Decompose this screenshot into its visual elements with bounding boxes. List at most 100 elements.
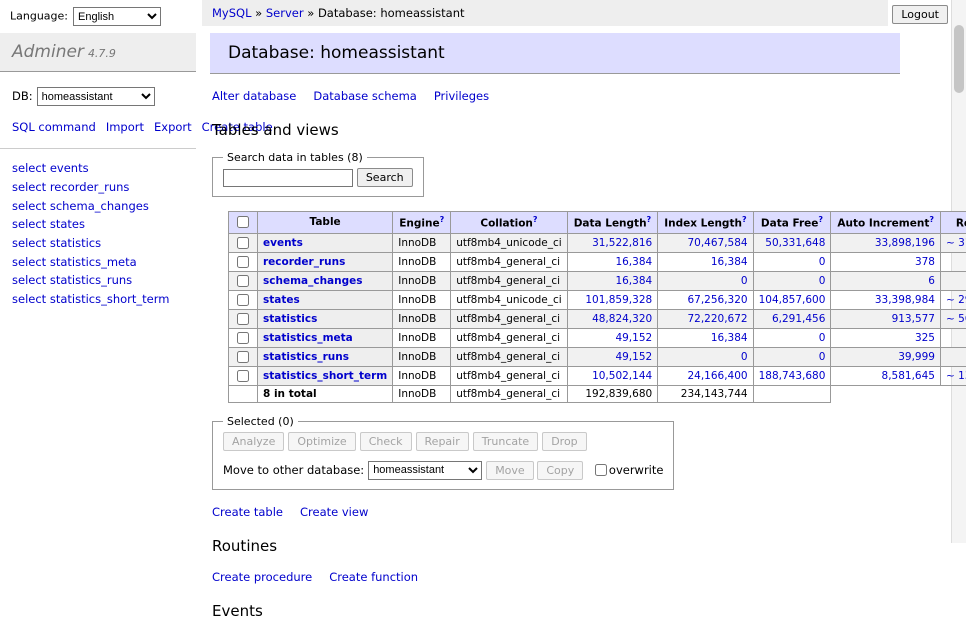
drop-button[interactable] [542, 432, 586, 451]
cell-data-length-link[interactable]: 49,152 [615, 351, 652, 363]
cell-data-free-link[interactable]: 0 [819, 256, 826, 268]
table-link-statistics-short-term[interactable]: statistics_short_term [50, 292, 170, 306]
column-help-link[interactable]: ? [818, 215, 823, 224]
optimize-button[interactable] [288, 432, 355, 451]
language-select[interactable]: English [73, 7, 161, 26]
select-link-statistics-meta[interactable]: select [12, 255, 46, 269]
column-help-link[interactable]: ? [647, 215, 652, 224]
column-help-link[interactable]: ? [929, 215, 934, 224]
cell-data-length-link[interactable]: 16,384 [615, 256, 652, 268]
cell-auto-increment-link[interactable]: 33,398,984 [875, 294, 935, 306]
sidebar-link-sql-command[interactable]: SQL command [12, 120, 96, 134]
row-checkbox-statistics[interactable] [237, 313, 249, 325]
cell-auto-increment-link[interactable]: 378 [915, 256, 935, 268]
table-name-link-recorder-runs[interactable]: recorder_runs [263, 256, 345, 268]
cell-data-length-link[interactable]: 31,522,816 [592, 237, 652, 249]
table-link-recorder-runs[interactable]: recorder_runs [50, 180, 130, 194]
cell-rows-link[interactable]: ~ 136,108 [946, 370, 966, 382]
table-name-link-statistics-runs[interactable]: statistics_runs [263, 351, 349, 363]
sidebar-link-import[interactable]: Import [106, 120, 144, 134]
table-link-statistics-meta[interactable]: statistics_meta [50, 255, 137, 269]
column-help-link[interactable]: ? [440, 215, 445, 224]
select-link-statistics-short-term[interactable]: select [12, 292, 46, 306]
scrollbar-thumb[interactable] [954, 25, 964, 93]
logout-button[interactable] [892, 5, 948, 24]
cell-rows-link[interactable]: ~ 299,833 [946, 294, 966, 306]
table-link-states[interactable]: states [50, 217, 85, 231]
link-create-table[interactable]: Create table [212, 505, 283, 519]
row-checkbox-statistics-short-term[interactable] [237, 370, 249, 382]
select-link-schema-changes[interactable]: select [12, 199, 46, 213]
row-checkbox-states[interactable] [237, 294, 249, 306]
check-button[interactable] [360, 432, 412, 451]
cell-data-length-link[interactable]: 10,502,144 [592, 370, 652, 382]
cell-index-length-link[interactable]: 67,256,320 [687, 294, 747, 306]
copy-button[interactable] [537, 461, 583, 480]
cell-data-length-link[interactable]: 16,384 [615, 275, 652, 287]
cell-data-free-link[interactable]: 188,743,680 [759, 370, 826, 382]
search-input[interactable] [223, 169, 353, 187]
cell-index-length-link[interactable]: 0 [741, 275, 748, 287]
table-name-link-states[interactable]: states [263, 294, 300, 306]
table-name-link-statistics-meta[interactable]: statistics_meta [263, 332, 353, 344]
cell-data-free-link[interactable]: 104,857,600 [759, 294, 826, 306]
cell-index-length-link[interactable]: 24,166,400 [687, 370, 747, 382]
cell-index-length-link[interactable]: 16,384 [711, 256, 748, 268]
table-link-statistics[interactable]: statistics [50, 236, 101, 250]
select-link-events[interactable]: select [12, 161, 46, 175]
cell-auto-increment-link[interactable]: 913,577 [892, 313, 935, 325]
row-checkbox-events[interactable] [237, 237, 249, 249]
table-link-schema-changes[interactable]: schema_changes [50, 199, 149, 213]
cell-data-free-link[interactable]: 50,331,648 [765, 237, 825, 249]
table-name-link-statistics[interactable]: statistics [263, 313, 317, 325]
check-all-checkbox[interactable] [237, 216, 249, 228]
table-link-events[interactable]: events [50, 161, 89, 175]
repair-button[interactable] [416, 432, 469, 451]
table-link-statistics-runs[interactable]: statistics_runs [50, 273, 132, 287]
link-create-function[interactable]: Create function [329, 570, 418, 584]
cell-index-length-link[interactable]: 0 [741, 351, 748, 363]
table-name-link-events[interactable]: events [263, 237, 303, 249]
cell-data-length-link[interactable]: 101,859,328 [585, 294, 652, 306]
analyze-button[interactable] [223, 432, 284, 451]
cell-auto-increment-link[interactable]: 8,581,645 [882, 370, 935, 382]
table-name-link-schema-changes[interactable]: schema_changes [263, 275, 363, 287]
truncate-button[interactable] [473, 432, 538, 451]
row-checkbox-statistics-runs[interactable] [237, 351, 249, 363]
row-checkbox-recorder-runs[interactable] [237, 256, 249, 268]
cell-data-free-link[interactable]: 0 [819, 275, 826, 287]
select-link-recorder-runs[interactable]: select [12, 180, 46, 194]
link-create-view[interactable]: Create view [300, 505, 368, 519]
cell-rows-link[interactable]: ~ 312,180 [946, 237, 966, 249]
breadcrumb-link-server[interactable]: Server [266, 6, 304, 20]
column-help-link[interactable]: ? [742, 215, 747, 224]
select-link-statistics-runs[interactable]: select [12, 273, 46, 287]
cell-data-free-link[interactable]: 0 [819, 332, 826, 344]
select-link-statistics[interactable]: select [12, 236, 46, 250]
link-privileges[interactable]: Privileges [434, 89, 489, 103]
table-name-link-statistics-short-term[interactable]: statistics_short_term [263, 370, 387, 382]
row-checkbox-schema-changes[interactable] [237, 275, 249, 287]
column-help-link[interactable]: ? [533, 215, 538, 224]
cell-data-free-link[interactable]: 0 [819, 351, 826, 363]
cell-auto-increment-link[interactable]: 39,999 [898, 351, 935, 363]
cell-data-free-link[interactable]: 6,291,456 [772, 313, 825, 325]
breadcrumb-link-mysql[interactable]: MySQL [212, 6, 252, 20]
cell-data-length-link[interactable]: 48,824,320 [592, 313, 652, 325]
cell-auto-increment-link[interactable]: 325 [915, 332, 935, 344]
cell-rows-link[interactable]: ~ 569,159 [946, 313, 966, 325]
move-button[interactable] [486, 461, 534, 480]
sidebar-link-export[interactable]: Export [154, 120, 192, 134]
row-checkbox-statistics-meta[interactable] [237, 332, 249, 344]
cell-index-length-link[interactable]: 70,467,584 [687, 237, 747, 249]
link-alter-database[interactable]: Alter database [212, 89, 296, 103]
select-link-states[interactable]: select [12, 217, 46, 231]
link-create-procedure[interactable]: Create procedure [212, 570, 312, 584]
cell-auto-increment-link[interactable]: 6 [928, 275, 935, 287]
cell-data-length-link[interactable]: 49,152 [615, 332, 652, 344]
move-db-select[interactable]: homeassistant [368, 461, 482, 480]
cell-index-length-link[interactable]: 16,384 [711, 332, 748, 344]
overwrite-checkbox[interactable] [595, 464, 607, 476]
search-button[interactable] [357, 168, 413, 187]
cell-index-length-link[interactable]: 72,220,672 [687, 313, 747, 325]
